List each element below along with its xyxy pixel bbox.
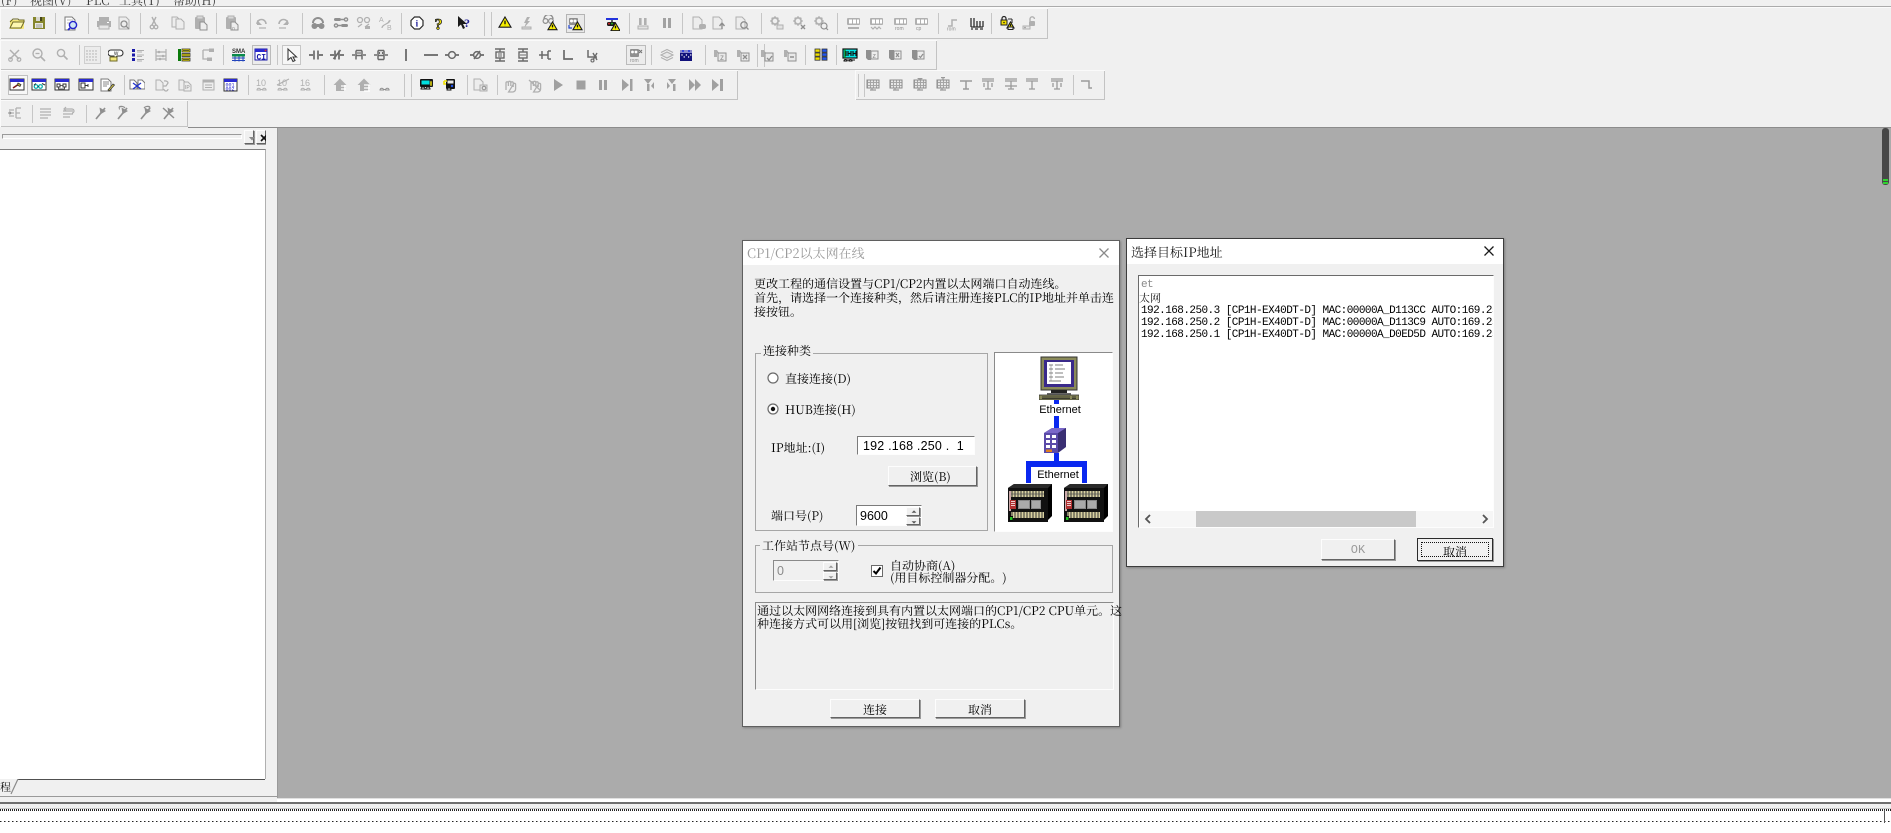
svg-text:o: o (232, 26, 235, 31)
svg-text:CI: CI (257, 54, 267, 63)
svg-text:16: 16 (300, 78, 310, 88)
svg-text:cp: cp (916, 26, 922, 31)
svg-text:B: B (387, 25, 392, 31)
svg-text:z: z (873, 53, 877, 60)
svg-text:z: z (720, 53, 724, 62)
svg-text:w: w (113, 51, 119, 57)
svg-text:rom: rom (895, 26, 904, 31)
svg-text:rom: rom (947, 27, 956, 32)
svg-text:10: 10 (256, 78, 266, 88)
svg-text:002: 002 (226, 87, 235, 93)
svg-text:?: ? (435, 17, 443, 32)
svg-text:A: A (379, 17, 384, 24)
svg-text:IP: IP (185, 85, 190, 91)
svg-text:?: ? (464, 16, 470, 30)
svg-text:rom: rom (630, 58, 639, 63)
